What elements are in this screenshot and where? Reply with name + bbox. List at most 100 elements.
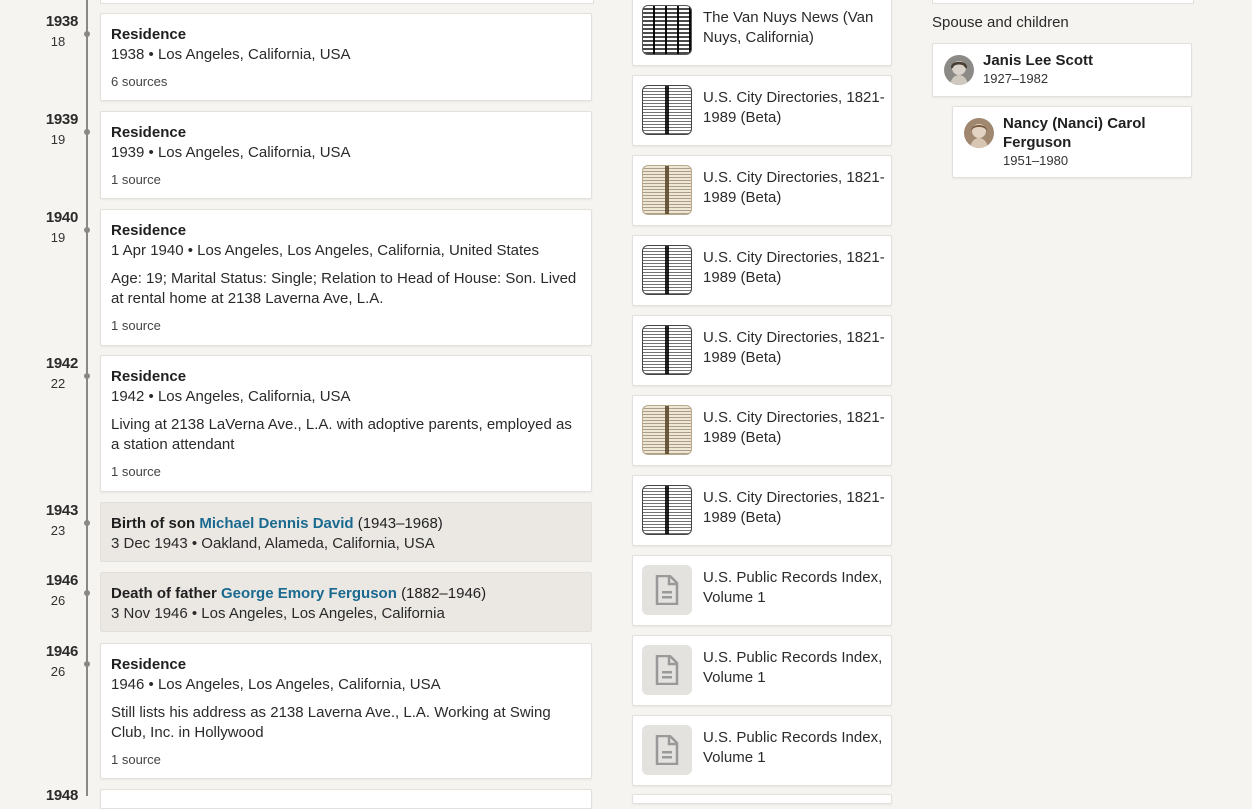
record-card[interactable]: U.S. City Directories, 1821-1989 (Beta)	[632, 155, 892, 226]
child-dates: 1951–1980	[1003, 153, 1069, 168]
year: 1940	[45, 209, 78, 226]
timeline-dot	[84, 661, 90, 667]
event-card-residence[interactable]: Residence 1946 • Los Angeles, Los Angele…	[100, 643, 592, 779]
directory-thumbnail	[642, 325, 692, 375]
spouse-name: Janis Lee Scott	[983, 52, 1094, 69]
year-label: 1946 26	[20, 572, 78, 609]
age: 18	[50, 34, 66, 49]
record-title: U.S. Public Records Index, Volume 1	[703, 649, 883, 686]
event-title: Birth of son Michael Dennis David (1943–…	[111, 514, 581, 534]
person-lifespan: (1943–1968)	[357, 515, 443, 532]
event-card-residence[interactable]: Residence 1942 • Los Angeles, California…	[100, 355, 592, 492]
event-relation: Birth of son	[111, 515, 196, 532]
record-title: U.S. City Directories, 1821-1989 (Beta)	[703, 489, 885, 526]
person-link-father[interactable]: George Emory Ferguson	[221, 585, 397, 602]
record-card[interactable]: U.S. Public Records Index, Volume 1	[632, 555, 892, 626]
event-sources[interactable]: 1 source	[111, 752, 581, 768]
event-date-place: 3 Dec 1943 • Oakland, Alameda, Californi…	[111, 535, 435, 552]
event-card-residence[interactable]: Residence 1939 • Los Angeles, California…	[100, 111, 592, 199]
directory-thumbnail	[642, 245, 692, 295]
document-icon	[642, 725, 692, 775]
event-title: Residence	[111, 124, 187, 141]
year: 1939	[45, 111, 78, 128]
person-lifespan: (1882–1946)	[401, 585, 487, 602]
timeline-dot	[84, 227, 90, 233]
event-card-next-stub[interactable]	[100, 789, 592, 809]
event-sources[interactable]: 1 source	[111, 172, 581, 188]
directory-thumbnail	[642, 485, 692, 535]
child-card[interactable]: Nancy (Nanci) Carol Ferguson 1951–1980	[952, 106, 1192, 178]
document-icon	[642, 645, 692, 695]
year-label: 1946 26	[20, 643, 78, 680]
age: 26	[50, 593, 66, 608]
event-title: Residence	[111, 656, 187, 673]
record-title: U.S. City Directories, 1821-1989 (Beta)	[703, 249, 885, 286]
person-link-son[interactable]: Michael Dennis David	[199, 515, 353, 532]
year-label: 1939 19	[20, 111, 78, 148]
age: 22	[50, 376, 66, 391]
event-card-birth-of-son: Birth of son Michael Dennis David (1943–…	[100, 502, 592, 562]
directory-thumbnail	[642, 165, 692, 215]
event-description: Age: 19; Marital Status: Single; Relatio…	[111, 270, 577, 307]
event-date-place: 1942 • Los Angeles, California, USA	[111, 388, 351, 405]
family-heading: Spouse and children	[932, 14, 1069, 31]
spouse-dates: 1927–1982	[983, 71, 1049, 86]
child-name: Nancy (Nanci) Carol Ferguson	[1003, 114, 1146, 152]
timeline-dot	[84, 373, 90, 379]
record-title: U.S. City Directories, 1821-1989 (Beta)	[703, 409, 885, 446]
year-label: 1938 18	[20, 13, 78, 50]
event-title: Residence	[111, 222, 187, 239]
record-card[interactable]: U.S. City Directories, 1821-1989 (Beta)	[632, 235, 892, 306]
timeline-axis	[86, 0, 88, 796]
event-card-residence[interactable]: Residence 1938 • Los Angeles, California…	[100, 13, 592, 101]
record-title: U.S. City Directories, 1821-1989 (Beta)	[703, 89, 885, 126]
year: 1946	[45, 572, 78, 589]
year-label: 1942 22	[20, 355, 78, 392]
year-label: 1940 19	[20, 209, 78, 246]
record-title: U.S. Public Records Index, Volume 1	[703, 729, 883, 766]
event-date-place: 3 Nov 1946 • Los Angeles, Los Angeles, C…	[111, 605, 445, 622]
age: 26	[50, 664, 66, 679]
year: 1946	[45, 643, 78, 660]
record-card[interactable]: U.S. City Directories, 1821-1989 (Beta)	[632, 395, 892, 466]
event-title: Residence	[111, 26, 187, 43]
event-date-place: 1939 • Los Angeles, California, USA	[111, 144, 351, 161]
event-title: Death of father George Emory Ferguson (1…	[111, 584, 581, 604]
record-card[interactable]: U.S. City Directories, 1821-1989 (Beta)	[632, 75, 892, 146]
event-card-death-of-father: Death of father George Emory Ferguson (1…	[100, 572, 592, 632]
avatar	[944, 55, 974, 85]
record-card[interactable]: U.S. Public Records Index, Volume 1	[632, 635, 892, 706]
timeline-dot	[84, 129, 90, 135]
event-sources[interactable]: 1 source	[111, 318, 581, 334]
event-date-place: 1 Apr 1940 • Los Angeles, Los Angeles, C…	[111, 242, 540, 259]
newspaper-thumbnail	[642, 5, 692, 55]
event-card-residence[interactable]: Residence 1 Apr 1940 • Los Angeles, Los …	[100, 209, 592, 346]
record-title: The Van Nuys News (Van Nuys, California)	[703, 9, 874, 46]
year: 1948	[45, 787, 78, 804]
event-sources[interactable]: 6 sources	[111, 74, 581, 90]
year: 1942	[45, 355, 78, 372]
directory-thumbnail	[642, 85, 692, 135]
age: 19	[50, 132, 66, 147]
record-title: U.S. City Directories, 1821-1989 (Beta)	[703, 329, 885, 366]
year-label: 1948	[20, 787, 78, 805]
event-sources[interactable]: 1 source	[111, 464, 581, 480]
directory-thumbnail	[642, 405, 692, 455]
event-date-place: 1946 • Los Angeles, Los Angeles, Califor…	[111, 676, 441, 693]
avatar	[964, 118, 994, 148]
record-card[interactable]: U.S. City Directories, 1821-1989 (Beta)	[632, 475, 892, 546]
event-description: Living at 2138 LaVerna Ave., L.A. with a…	[111, 416, 572, 453]
timeline-dot	[84, 520, 90, 526]
record-card[interactable]: U.S. City Directories, 1821-1989 (Beta)	[632, 315, 892, 386]
record-card[interactable]: The Van Nuys News (Van Nuys, California)	[632, 0, 892, 66]
timeline-dot	[84, 31, 90, 37]
event-description: Still lists his address as 2138 Laverna …	[111, 704, 551, 741]
year-label: 1943 23	[20, 502, 78, 539]
event-relation: Death of father	[111, 585, 217, 602]
age: 19	[50, 230, 66, 245]
previous-event-card-stub	[100, 0, 594, 4]
document-icon	[642, 565, 692, 615]
year: 1938	[45, 13, 78, 30]
spouse-card[interactable]: Janis Lee Scott 1927–1982	[932, 43, 1192, 97]
record-card[interactable]: U.S. Public Records Index, Volume 1	[632, 715, 892, 786]
